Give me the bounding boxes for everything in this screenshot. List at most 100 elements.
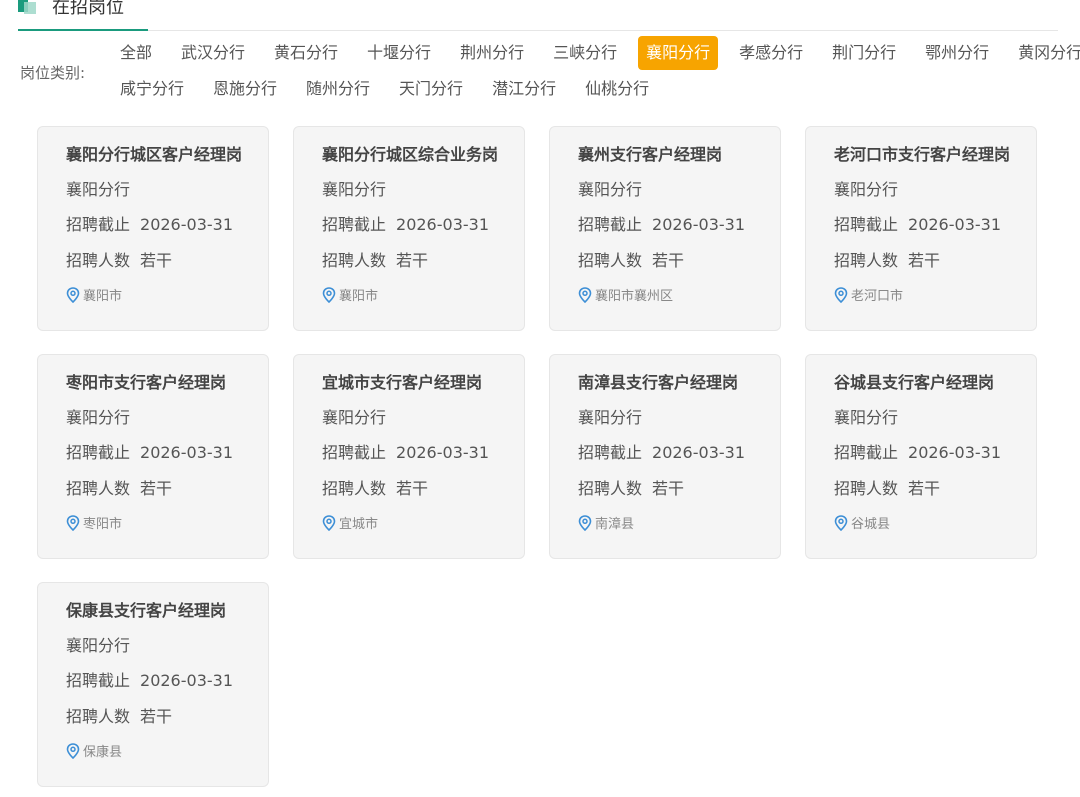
filter-item-suizhou[interactable]: 随州分行 [298,72,378,106]
job-card[interactable]: 襄阳分行城区客户经理岗 襄阳分行 招聘截止 2026-03-31 招聘人数 若干 襄… [37,126,269,331]
job-deadline: 招聘截止 2026-03-31 [834,439,1001,463]
filter-item-huangshi[interactable]: 黄石分行 [266,36,346,70]
location-text: 襄阳市 [83,289,123,304]
deadline-label: 招聘截止 [66,215,131,234]
filter-item-xiangyang[interactable]: 襄阳分行 [638,36,719,70]
job-deadline: 招聘截止 2026-03-31 [66,211,233,235]
filter-item-sanxia[interactable]: 三峡分行 [545,36,625,70]
location-pin-icon [834,514,848,531]
job-deadline: 招聘截止 2026-03-31 [834,211,1001,235]
filter-item-ezhou[interactable]: 鄂州分行 [917,36,997,70]
job-card[interactable]: 南漳县支行客户经理岗 襄阳分行 招聘截止 2026-03-31 招聘人数 若干 南漳… [549,354,781,559]
job-card[interactable]: 襄阳分行城区综合业务岗 襄阳分行 招聘截止 2026-03-31 招聘人数 若干 襄… [293,126,525,331]
job-branch: 襄阳分行 [66,408,131,427]
filter-item-huanggang[interactable]: 黄冈分行 [1010,36,1080,70]
deadline-value: 2026-03-31 [908,215,1001,234]
filter-item-xiantao[interactable]: 仙桃分行 [577,72,657,106]
deadline-label: 招聘截止 [322,215,387,234]
job-title: 襄州支行客户经理岗 [578,145,723,164]
job-deadline: 招聘截止 2026-03-31 [578,211,745,235]
location-pin-icon [66,514,80,531]
job-branch: 襄阳分行 [834,180,899,199]
job-count: 招聘人数 若干 [578,475,684,499]
location-pin-icon [322,514,336,531]
job-card[interactable]: 保康县支行客户经理岗 襄阳分行 招聘截止 2026-03-31 招聘人数 若干 保康… [37,582,269,787]
count-label: 招聘人数 [66,479,131,498]
job-card[interactable]: 枣阳市支行客户经理岗 襄阳分行 招聘截止 2026-03-31 招聘人数 若干 枣阳… [37,354,269,559]
job-branch: 襄阳分行 [322,180,387,199]
filter-item-all[interactable]: 全部 [112,36,160,70]
location-text: 襄阳市襄州区 [595,289,674,304]
job-location: 谷城县 [834,513,890,532]
count-label: 招聘人数 [578,251,643,270]
filter-item-jingmen[interactable]: 荆门分行 [824,36,904,70]
count-value: 若干 [396,479,429,498]
job-location: 襄阳市襄州区 [578,285,673,304]
job-count: 招聘人数 若干 [578,247,684,271]
job-card[interactable]: 谷城县支行客户经理岗 襄阳分行 招聘截止 2026-03-31 招聘人数 若干 谷城… [805,354,1037,559]
count-value: 若干 [140,251,173,270]
job-deadline: 招聘截止 2026-03-31 [322,439,489,463]
count-label: 招聘人数 [322,479,387,498]
job-card-grid: 襄阳分行城区客户经理岗 襄阳分行 招聘截止 2026-03-31 招聘人数 若干 襄… [37,126,1040,789]
job-count: 招聘人数 若干 [66,703,172,727]
job-deadline: 招聘截止 2026-03-31 [66,439,233,463]
job-card[interactable]: 老河口市支行客户经理岗 襄阳分行 招聘截止 2026-03-31 招聘人数 若干 老… [805,126,1037,331]
count-label: 招聘人数 [578,479,643,498]
filter-item-enshi[interactable]: 恩施分行 [205,72,285,106]
header-underline [18,29,148,31]
job-deadline: 招聘截止 2026-03-31 [66,667,233,691]
job-count: 招聘人数 若干 [834,247,940,271]
deadline-value: 2026-03-31 [652,443,745,462]
location-text: 保康县 [83,745,123,760]
location-text: 老河口市 [851,289,904,304]
location-text: 谷城县 [851,517,891,532]
job-location: 襄阳市 [66,285,122,304]
filter-item-tianmen[interactable]: 天门分行 [391,72,471,106]
filter-item-jingzhou[interactable]: 荆州分行 [452,36,532,70]
filter-item-xiaogan[interactable]: 孝感分行 [731,36,811,70]
deadline-value: 2026-03-31 [140,443,233,462]
count-label: 招聘人数 [66,251,131,270]
deadline-label: 招聘截止 [66,443,131,462]
job-title: 老河口市支行客户经理岗 [834,145,1011,164]
deadline-label: 招聘截止 [322,443,387,462]
job-branch: 襄阳分行 [834,408,899,427]
count-value: 若干 [908,479,941,498]
filter-row-2: 咸宁分行 恩施分行 随州分行 天门分行 潜江分行 仙桃分行 [112,72,670,106]
job-title: 襄阳分行城区综合业务岗 [322,145,499,164]
filter-item-wuhan[interactable]: 武汉分行 [173,36,253,70]
deadline-label: 招聘截止 [834,443,899,462]
job-deadline: 招聘截止 2026-03-31 [578,439,745,463]
job-card[interactable]: 襄州支行客户经理岗 襄阳分行 招聘截止 2026-03-31 招聘人数 若干 襄阳市… [549,126,781,331]
header-accent-icon [18,0,36,14]
count-value: 若干 [140,707,173,726]
job-location: 保康县 [66,741,122,760]
count-value: 若干 [908,251,941,270]
deadline-label: 招聘截止 [578,215,643,234]
filter-item-xianning[interactable]: 咸宁分行 [112,72,192,106]
location-pin-icon [322,286,336,303]
location-pin-icon [834,286,848,303]
job-branch: 襄阳分行 [578,180,643,199]
job-title: 谷城县支行客户经理岗 [834,373,995,392]
job-title: 南漳县支行客户经理岗 [578,373,739,392]
deadline-value: 2026-03-31 [908,443,1001,462]
job-card[interactable]: 宜城市支行客户经理岗 襄阳分行 招聘截止 2026-03-31 招聘人数 若干 宜城… [293,354,525,559]
filter-item-qianjiang[interactable]: 潜江分行 [484,72,564,106]
filter-row-1: 全部 武汉分行 黄石分行 十堰分行 荆州分行 三峡分行 襄阳分行 孝感分行 荆门… [112,36,1080,70]
count-value: 若干 [396,251,429,270]
deadline-value: 2026-03-31 [396,215,489,234]
location-pin-icon [66,286,80,303]
job-branch: 襄阳分行 [578,408,643,427]
job-location: 宜城市 [322,513,378,532]
deadline-value: 2026-03-31 [396,443,489,462]
deadline-label: 招聘截止 [578,443,643,462]
job-count: 招聘人数 若干 [66,475,172,499]
job-branch: 襄阳分行 [322,408,387,427]
location-text: 襄阳市 [339,289,379,304]
filter-item-shiyan[interactable]: 十堰分行 [359,36,439,70]
count-label: 招聘人数 [322,251,387,270]
count-value: 若干 [652,479,685,498]
job-location: 枣阳市 [66,513,122,532]
